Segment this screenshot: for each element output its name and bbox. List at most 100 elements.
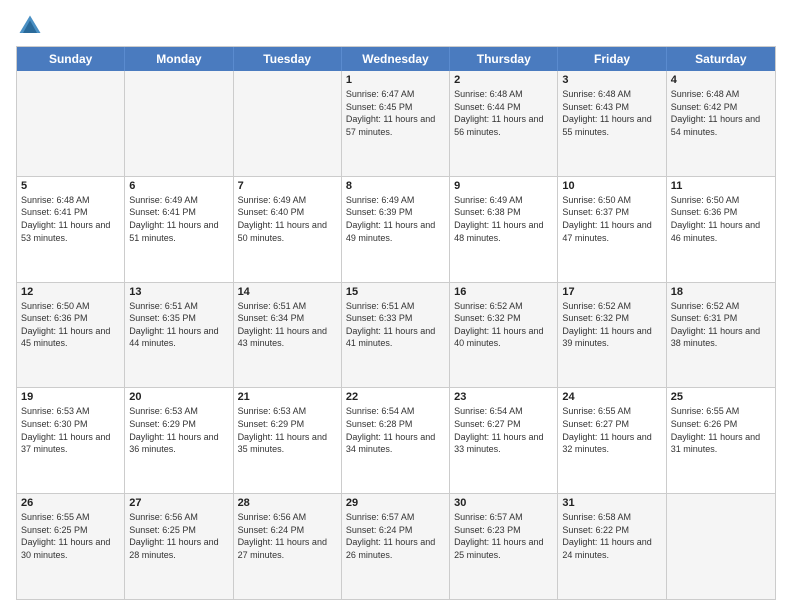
calendar-cell-day-27: 27 Sunrise: 6:56 AMSunset: 6:25 PMDayligh… bbox=[125, 494, 233, 599]
cell-info: Sunrise: 6:49 AMSunset: 6:40 PMDaylight:… bbox=[238, 194, 337, 244]
header-day-tuesday: Tuesday bbox=[234, 47, 342, 71]
header bbox=[16, 12, 776, 40]
calendar-cell-day-15: 15 Sunrise: 6:51 AMSunset: 6:33 PMDayligh… bbox=[342, 283, 450, 388]
calendar-cell-day-3: 3 Sunrise: 6:48 AMSunset: 6:43 PMDaylight… bbox=[558, 71, 666, 176]
calendar-cell-day-17: 17Sunrise: 6:52 AMSunset: 6:32 PMDayligh… bbox=[558, 283, 666, 388]
calendar-cell-day-21: 21Sunrise: 6:53 AMSunset: 6:29 PMDayligh… bbox=[234, 388, 342, 493]
calendar-cell-day-24: 24Sunrise: 6:55 AMSunset: 6:27 PMDayligh… bbox=[558, 388, 666, 493]
cell-info: Sunrise: 6:48 AMSunset: 6:44 PMDaylight:… bbox=[454, 88, 553, 138]
cell-info: Sunrise: 6:50 AMSunset: 6:36 PMDaylight:… bbox=[671, 194, 771, 244]
header-day-monday: Monday bbox=[125, 47, 233, 71]
cell-info: Sunrise: 6:51 AMSunset: 6:33 PMDaylight:… bbox=[346, 300, 445, 350]
day-number: 31 bbox=[562, 497, 661, 509]
calendar: SundayMondayTuesdayWednesdayThursdayFrid… bbox=[16, 46, 776, 600]
calendar-cell-day-8: 8 Sunrise: 6:49 AMSunset: 6:39 PMDaylight… bbox=[342, 177, 450, 282]
day-number: 27 bbox=[129, 497, 228, 509]
calendar-cell-empty bbox=[125, 71, 233, 176]
page: SundayMondayTuesdayWednesdayThursdayFrid… bbox=[0, 0, 792, 612]
day-number: 28 bbox=[238, 497, 337, 509]
day-number: 26 bbox=[21, 497, 120, 509]
cell-info: Sunrise: 6:50 AMSunset: 6:37 PMDaylight:… bbox=[562, 194, 661, 244]
cell-info: Sunrise: 6:53 AMSunset: 6:29 PMDaylight:… bbox=[238, 405, 337, 455]
day-number: 17 bbox=[562, 286, 661, 298]
cell-info: Sunrise: 6:53 AMSunset: 6:29 PMDaylight:… bbox=[129, 405, 228, 455]
cell-info: Sunrise: 6:54 AMSunset: 6:28 PMDaylight:… bbox=[346, 405, 445, 455]
calendar-cell-day-11: 11 Sunrise: 6:50 AMSunset: 6:36 PMDayligh… bbox=[667, 177, 775, 282]
day-number: 3 bbox=[562, 74, 661, 86]
calendar-cell-day-26: 26 Sunrise: 6:55 AMSunset: 6:25 PMDayligh… bbox=[17, 494, 125, 599]
day-number: 19 bbox=[21, 391, 120, 403]
calendar-cell-day-10: 10 Sunrise: 6:50 AMSunset: 6:37 PMDayligh… bbox=[558, 177, 666, 282]
day-number: 25 bbox=[671, 391, 771, 403]
cell-info: Sunrise: 6:55 AMSunset: 6:25 PMDaylight:… bbox=[21, 511, 120, 561]
cell-info: Sunrise: 6:48 AMSunset: 6:41 PMDaylight:… bbox=[21, 194, 120, 244]
calendar-cell-empty bbox=[234, 71, 342, 176]
header-day-wednesday: Wednesday bbox=[342, 47, 450, 71]
calendar-cell-day-1: 1Sunrise: 6:47 AMSunset: 6:45 PMDaylight… bbox=[342, 71, 450, 176]
cell-info: Sunrise: 6:54 AMSunset: 6:27 PMDaylight:… bbox=[454, 405, 553, 455]
calendar-cell-day-4: 4 Sunrise: 6:48 AMSunset: 6:42 PMDaylight… bbox=[667, 71, 775, 176]
cell-info: Sunrise: 6:57 AMSunset: 6:23 PMDaylight:… bbox=[454, 511, 553, 561]
cell-info: Sunrise: 6:58 AMSunset: 6:22 PMDaylight:… bbox=[562, 511, 661, 561]
calendar-cell-day-29: 29Sunrise: 6:57 AMSunset: 6:24 PMDayligh… bbox=[342, 494, 450, 599]
calendar-cell-day-13: 13 Sunrise: 6:51 AMSunset: 6:35 PMDayligh… bbox=[125, 283, 233, 388]
cell-info: Sunrise: 6:48 AMSunset: 6:42 PMDaylight:… bbox=[671, 88, 771, 138]
day-number: 16 bbox=[454, 286, 553, 298]
cell-info: Sunrise: 6:52 AMSunset: 6:31 PMDaylight:… bbox=[671, 300, 771, 350]
day-number: 2 bbox=[454, 74, 553, 86]
cell-info: Sunrise: 6:51 AMSunset: 6:35 PMDaylight:… bbox=[129, 300, 228, 350]
day-number: 14 bbox=[238, 286, 337, 298]
day-number: 22 bbox=[346, 391, 445, 403]
day-number: 23 bbox=[454, 391, 553, 403]
calendar-row-4: 26 Sunrise: 6:55 AMSunset: 6:25 PMDayligh… bbox=[17, 494, 775, 599]
logo-icon bbox=[16, 12, 44, 40]
day-number: 29 bbox=[346, 497, 445, 509]
cell-info: Sunrise: 6:50 AMSunset: 6:36 PMDaylight:… bbox=[21, 300, 120, 350]
calendar-row-1: 5Sunrise: 6:48 AMSunset: 6:41 PMDaylight… bbox=[17, 177, 775, 283]
header-day-sunday: Sunday bbox=[17, 47, 125, 71]
cell-info: Sunrise: 6:49 AMSunset: 6:41 PMDaylight:… bbox=[129, 194, 228, 244]
header-day-friday: Friday bbox=[558, 47, 666, 71]
day-number: 9 bbox=[454, 180, 553, 192]
day-number: 20 bbox=[129, 391, 228, 403]
day-number: 4 bbox=[671, 74, 771, 86]
calendar-cell-day-9: 9Sunrise: 6:49 AMSunset: 6:38 PMDaylight… bbox=[450, 177, 558, 282]
calendar-cell-day-25: 25 Sunrise: 6:55 AMSunset: 6:26 PMDayligh… bbox=[667, 388, 775, 493]
day-number: 30 bbox=[454, 497, 553, 509]
calendar-cell-day-16: 16 Sunrise: 6:52 AMSunset: 6:32 PMDayligh… bbox=[450, 283, 558, 388]
calendar-body: 1Sunrise: 6:47 AMSunset: 6:45 PMDaylight… bbox=[17, 71, 775, 599]
calendar-cell-day-12: 12Sunrise: 6:50 AMSunset: 6:36 PMDayligh… bbox=[17, 283, 125, 388]
calendar-cell-day-18: 18Sunrise: 6:52 AMSunset: 6:31 PMDayligh… bbox=[667, 283, 775, 388]
calendar-row-0: 1Sunrise: 6:47 AMSunset: 6:45 PMDaylight… bbox=[17, 71, 775, 177]
header-day-saturday: Saturday bbox=[667, 47, 775, 71]
cell-info: Sunrise: 6:56 AMSunset: 6:24 PMDaylight:… bbox=[238, 511, 337, 561]
calendar-cell-day-31: 31 Sunrise: 6:58 AMSunset: 6:22 PMDayligh… bbox=[558, 494, 666, 599]
cell-info: Sunrise: 6:49 AMSunset: 6:39 PMDaylight:… bbox=[346, 194, 445, 244]
calendar-cell-day-28: 28 Sunrise: 6:56 AMSunset: 6:24 PMDayligh… bbox=[234, 494, 342, 599]
day-number: 8 bbox=[346, 180, 445, 192]
calendar-cell-day-14: 14 Sunrise: 6:51 AMSunset: 6:34 PMDayligh… bbox=[234, 283, 342, 388]
cell-info: Sunrise: 6:48 AMSunset: 6:43 PMDaylight:… bbox=[562, 88, 661, 138]
calendar-cell-day-7: 7Sunrise: 6:49 AMSunset: 6:40 PMDaylight… bbox=[234, 177, 342, 282]
day-number: 13 bbox=[129, 286, 228, 298]
day-number: 10 bbox=[562, 180, 661, 192]
calendar-cell-day-5: 5Sunrise: 6:48 AMSunset: 6:41 PMDaylight… bbox=[17, 177, 125, 282]
day-number: 15 bbox=[346, 286, 445, 298]
calendar-cell-day-30: 30 Sunrise: 6:57 AMSunset: 6:23 PMDayligh… bbox=[450, 494, 558, 599]
day-number: 11 bbox=[671, 180, 771, 192]
calendar-cell-day-23: 23 Sunrise: 6:54 AMSunset: 6:27 PMDayligh… bbox=[450, 388, 558, 493]
cell-info: Sunrise: 6:55 AMSunset: 6:26 PMDaylight:… bbox=[671, 405, 771, 455]
calendar-cell-empty bbox=[17, 71, 125, 176]
cell-info: Sunrise: 6:47 AMSunset: 6:45 PMDaylight:… bbox=[346, 88, 445, 138]
calendar-header: SundayMondayTuesdayWednesdayThursdayFrid… bbox=[17, 47, 775, 71]
calendar-cell-day-2: 2 Sunrise: 6:48 AMSunset: 6:44 PMDaylight… bbox=[450, 71, 558, 176]
calendar-cell-day-20: 20 Sunrise: 6:53 AMSunset: 6:29 PMDayligh… bbox=[125, 388, 233, 493]
calendar-cell-day-6: 6Sunrise: 6:49 AMSunset: 6:41 PMDaylight… bbox=[125, 177, 233, 282]
calendar-row-2: 12Sunrise: 6:50 AMSunset: 6:36 PMDayligh… bbox=[17, 283, 775, 389]
cell-info: Sunrise: 6:52 AMSunset: 6:32 PMDaylight:… bbox=[454, 300, 553, 350]
cell-info: Sunrise: 6:51 AMSunset: 6:34 PMDaylight:… bbox=[238, 300, 337, 350]
calendar-cell-day-22: 22 Sunrise: 6:54 AMSunset: 6:28 PMDayligh… bbox=[342, 388, 450, 493]
cell-info: Sunrise: 6:56 AMSunset: 6:25 PMDaylight:… bbox=[129, 511, 228, 561]
cell-info: Sunrise: 6:53 AMSunset: 6:30 PMDaylight:… bbox=[21, 405, 120, 455]
header-day-thursday: Thursday bbox=[450, 47, 558, 71]
